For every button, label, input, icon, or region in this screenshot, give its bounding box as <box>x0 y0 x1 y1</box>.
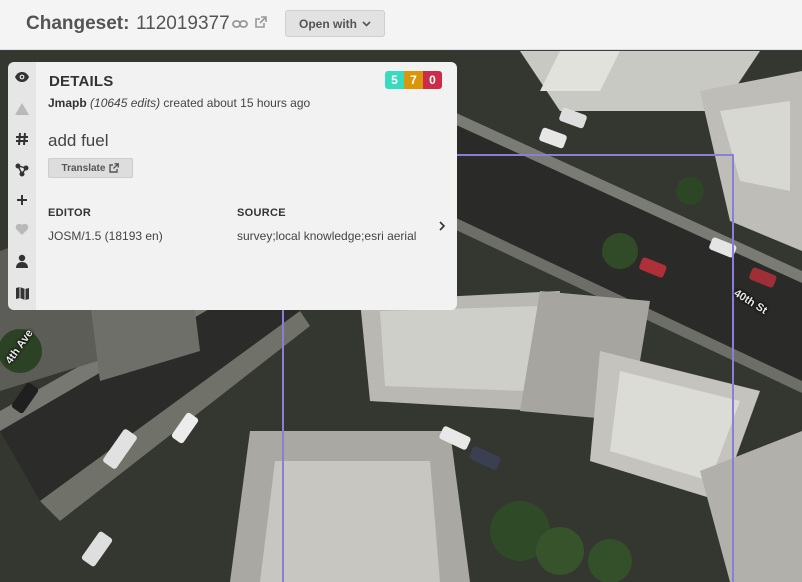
map-icon[interactable] <box>12 283 32 303</box>
eye-icon[interactable] <box>12 67 32 87</box>
editor-label: EDITOR <box>48 207 92 219</box>
open-with-button[interactable]: Open with <box>285 10 385 37</box>
panel-title: DETAILS <box>49 73 114 90</box>
created-count-badge: 5 <box>385 71 404 89</box>
heart-icon[interactable] <box>12 219 32 239</box>
page-title-label: Changeset: <box>26 13 130 34</box>
header-bar: Changeset: 112019377 Open with <box>0 0 802 50</box>
created-time: created about 15 hours ago <box>163 96 311 110</box>
sidebar-icon-strip <box>8 62 36 310</box>
external-link-icon[interactable] <box>254 16 267 29</box>
user-icon[interactable] <box>12 251 32 271</box>
plus-icon[interactable] <box>12 190 32 210</box>
warning-icon[interactable] <box>12 99 32 119</box>
source-label: SOURCE <box>237 207 286 219</box>
editor-value: JOSM/1.5 (18193 en) <box>48 229 163 243</box>
edit-count: (10645 edits) <box>90 96 161 110</box>
hashtag-icon[interactable] <box>12 129 32 149</box>
chevron-down-icon <box>362 21 371 27</box>
changeset-comment: add fuel <box>48 131 109 150</box>
username-link[interactable]: Jmapb <box>48 96 87 110</box>
deleted-count-badge: 0 <box>423 71 442 89</box>
changeset-meta: Jmapb (10645 edits) created about 15 hou… <box>48 96 310 110</box>
link-icon[interactable] <box>232 16 248 32</box>
translate-label: Translate <box>61 162 106 174</box>
external-link-icon <box>109 163 120 173</box>
open-with-label: Open with <box>299 16 357 31</box>
change-count-badges: 5 7 0 <box>385 71 442 89</box>
changeset-id: 112019377 <box>136 13 230 34</box>
chevron-right-icon[interactable] <box>436 219 448 231</box>
discussion-icon[interactable] <box>12 160 32 180</box>
details-panel: DETAILS 5 7 0 Jmapb (10645 edits) create… <box>36 62 457 310</box>
source-value: survey;local knowledge;esri aerial <box>237 229 417 243</box>
modified-count-badge: 7 <box>404 71 423 89</box>
translate-button[interactable]: Translate <box>48 158 133 178</box>
